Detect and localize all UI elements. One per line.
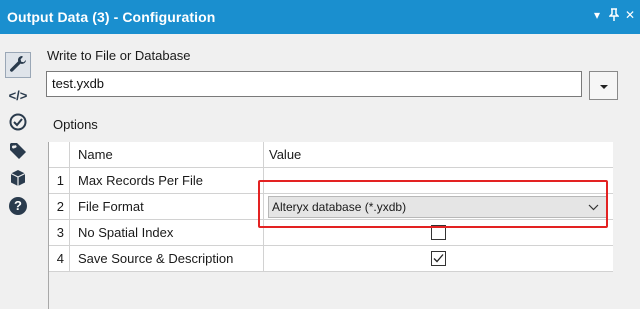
option-name: Max Records Per File — [69, 168, 264, 193]
help-button[interactable]: ? — [6, 194, 30, 218]
title-bar: Output Data (3) - Configuration ▾ ✕ — [0, 0, 640, 34]
wrench-icon — [9, 55, 27, 76]
dropdown-menu-icon[interactable]: ▾ — [594, 8, 600, 22]
table-row: 3 No Spatial Index — [49, 220, 613, 246]
tool-strip: • • • • </> ? — [0, 34, 38, 309]
file-format-select[interactable]: Alteryx database (*.yxdb) — [268, 196, 608, 218]
column-header-value: Value — [269, 147, 302, 162]
chevron-down-icon — [599, 78, 609, 93]
header-num-cell — [49, 142, 69, 167]
cube-icon — [9, 169, 27, 190]
row-number: 3 — [56, 225, 64, 240]
column-header-name: Name — [69, 142, 264, 167]
table-row: 2 File Format Alteryx database (*.yxdb) — [49, 194, 613, 220]
write-to-label: Write to File or Database — [47, 48, 191, 63]
configuration-tool-button[interactable] — [5, 52, 31, 78]
option-name: No Spatial Index — [69, 220, 264, 245]
tag-tool-button[interactable] — [6, 140, 30, 164]
table-row: 4 Save Source & Description — [49, 246, 613, 272]
row-number: 1 — [56, 173, 64, 188]
row-number: 2 — [56, 199, 64, 214]
max-records-value[interactable] — [264, 168, 613, 193]
checkmark-icon — [432, 252, 445, 265]
grid-header-row: Name Value — [49, 142, 613, 168]
tag-icon — [9, 142, 27, 163]
metainfo-tool-button[interactable] — [6, 167, 30, 191]
file-path-input[interactable]: test.yxdb — [46, 71, 582, 97]
save-source-checkbox[interactable] — [431, 251, 446, 266]
row-number: 4 — [56, 251, 64, 266]
connection-progress-button[interactable] — [6, 111, 30, 135]
chevron-down-icon — [588, 197, 599, 217]
pin-icon[interactable] — [608, 8, 620, 24]
option-name: File Format — [69, 194, 264, 219]
options-grid: Name Value 1 Max Records Per File 2 File… — [48, 142, 613, 309]
file-format-value: Alteryx database (*.yxdb) — [272, 200, 407, 214]
no-spatial-index-checkbox[interactable] — [431, 225, 446, 240]
options-label: Options — [53, 117, 98, 132]
option-name: Save Source & Description — [69, 246, 264, 271]
target-icon — [9, 113, 27, 134]
annotation-tool-button[interactable]: </> — [6, 83, 30, 107]
help-icon: ? — [9, 197, 27, 215]
file-browse-dropdown-button[interactable] — [589, 71, 618, 100]
window-title: Output Data (3) - Configuration — [7, 9, 216, 25]
code-icon: </> — [8, 87, 28, 103]
table-row: 1 Max Records Per File — [49, 168, 613, 194]
close-icon[interactable]: ✕ — [625, 8, 635, 22]
